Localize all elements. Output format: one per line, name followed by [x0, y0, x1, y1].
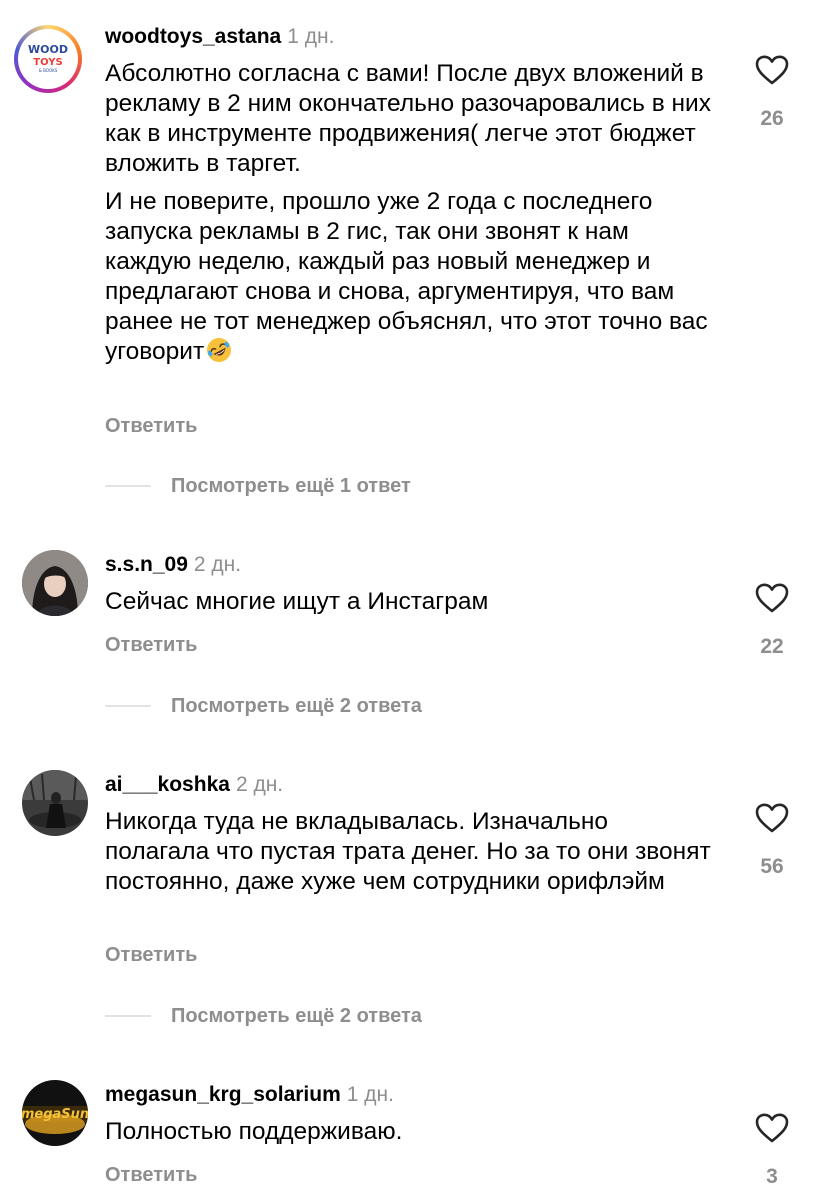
avatar[interactable]: WOOD TOYS & BOOKS [14, 25, 82, 93]
comment-paragraph: Полностью поддерживаю. [105, 1118, 403, 1145]
username[interactable]: ai___koshka [105, 773, 230, 796]
comment-meta: megasun_krg_solarium 1 дн. [105, 1082, 394, 1108]
view-more-replies-label: Посмотреть ещё 2 ответа [171, 1005, 422, 1027]
comment-paragraph: Никогда туда не вкладывалась. Изначально… [105, 808, 711, 895]
svg-text:& BOOKS: & BOOKS [39, 68, 58, 73]
svg-text:WOOD: WOOD [28, 43, 68, 56]
svg-text:TOYS: TOYS [33, 57, 62, 68]
reply-button[interactable]: Ответить [105, 414, 197, 438]
divider-line [105, 1015, 151, 1017]
like-count: 22 [760, 635, 784, 658]
comment-meta: s.s.n_09 2 дн. [105, 552, 241, 578]
like-button[interactable] [748, 798, 796, 838]
avatar-photo [22, 770, 88, 836]
comment-text: Сейчас многие ищут а Инстаграм [105, 587, 715, 617]
reply-button[interactable]: Ответить [105, 943, 197, 967]
like-count: 3 [766, 1165, 778, 1188]
comment-text: Абсолютно согласна с вами! После двух вл… [105, 59, 715, 367]
megasun-logo: megaSun [22, 1080, 88, 1146]
view-more-replies[interactable]: Посмотреть ещё 2 ответа [105, 694, 422, 718]
view-more-replies-label: Посмотреть ещё 1 ответ [171, 475, 411, 497]
view-more-replies-label: Посмотреть ещё 2 ответа [171, 695, 422, 717]
heart-icon [755, 583, 789, 613]
like-count: 26 [760, 107, 784, 130]
like-button[interactable] [748, 578, 796, 618]
divider-line [105, 705, 151, 707]
comment-paragraph: Абсолютно согласна с вами! После двух вл… [105, 60, 711, 177]
reply-button[interactable]: Ответить [105, 633, 197, 657]
comment-paragraph: И не поверите, прошло уже 2 года с после… [105, 187, 715, 367]
view-more-replies[interactable]: Посмотреть ещё 1 ответ [105, 474, 411, 498]
heart-icon [755, 1113, 789, 1143]
comment-meta: ai___koshka 2 дн. [105, 772, 283, 798]
timestamp: 2 дн. [235, 773, 284, 796]
username[interactable]: megasun_krg_solarium [105, 1083, 341, 1106]
heart-icon [755, 803, 789, 833]
comment-text: Никогда туда не вкладывалась. Изначально… [105, 807, 715, 897]
reply-button[interactable]: Ответить [105, 1163, 197, 1187]
divider-line [105, 485, 151, 487]
rolling-on-floor-laughing-emoji-icon [207, 338, 232, 362]
comment-paragraph: Сейчас многие ищут а Инстаграм [105, 588, 489, 615]
svg-text:megaSun: megaSun [22, 1107, 88, 1122]
username[interactable]: s.s.n_09 [105, 553, 188, 576]
comment-paragraph-text: И не поверите, прошло уже 2 года с после… [105, 188, 708, 365]
view-more-replies[interactable]: Посмотреть ещё 2 ответа [105, 1004, 422, 1028]
timestamp: 2 дн. [193, 553, 242, 576]
username[interactable]: woodtoys_astana [105, 25, 281, 48]
heart-icon [755, 55, 789, 85]
like-button[interactable] [748, 1108, 796, 1148]
comment-meta: woodtoys_astana 1 дн. [105, 24, 334, 50]
like-count: 56 [760, 855, 784, 878]
avatar[interactable] [22, 550, 88, 616]
avatar[interactable]: megaSun [22, 1080, 88, 1146]
comment-text: Полностью поддерживаю. [105, 1117, 715, 1147]
timestamp: 1 дн. [346, 1083, 394, 1106]
avatar-photo [22, 550, 88, 616]
like-button[interactable] [748, 50, 796, 90]
timestamp: 1 дн. [287, 25, 335, 48]
woodtoys-logo: WOOD TOYS & BOOKS [28, 43, 68, 73]
avatar[interactable] [22, 770, 88, 836]
